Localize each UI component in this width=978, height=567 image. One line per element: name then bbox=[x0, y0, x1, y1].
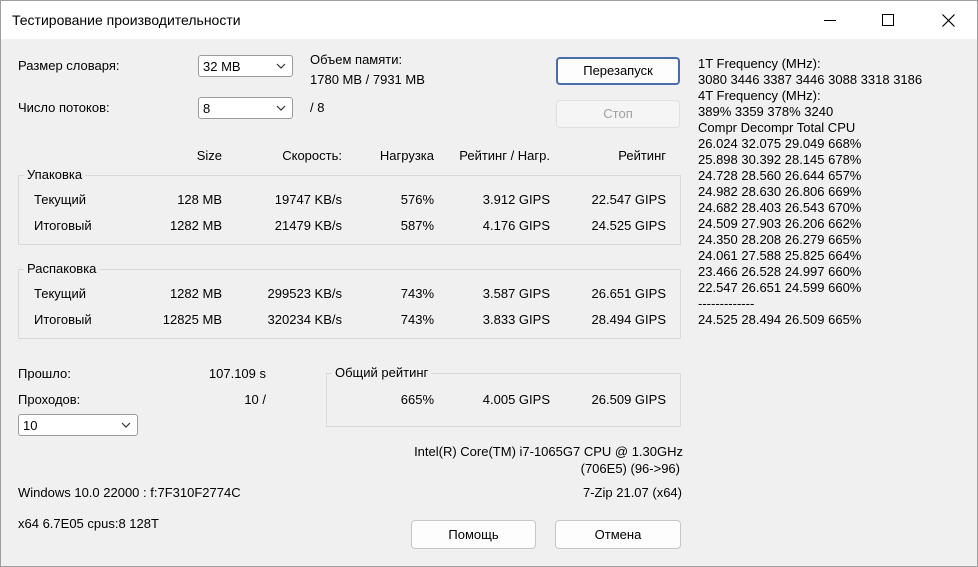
decompress-group bbox=[18, 269, 681, 339]
cancel-button[interactable]: Отмена bbox=[555, 520, 681, 549]
chevron-down-icon bbox=[121, 422, 131, 428]
log-line: 24.350 28.208 26.279 665% bbox=[698, 232, 862, 247]
passes-select-value: 10 bbox=[23, 418, 38, 433]
total-rating-load: 4.005 GIPS bbox=[482, 392, 550, 407]
help-button[interactable]: Помощь bbox=[411, 520, 536, 549]
compress-group bbox=[18, 175, 681, 245]
close-icon bbox=[941, 13, 955, 27]
restart-button[interactable]: Перезапуск bbox=[556, 57, 680, 85]
help-button-label: Помощь bbox=[448, 527, 499, 542]
cell-size: 12825 MB bbox=[162, 312, 222, 327]
cell-load: 576% bbox=[400, 192, 434, 207]
total-load: 665% bbox=[400, 392, 434, 407]
dict-size-value: 32 MB bbox=[203, 59, 241, 74]
cell-load: 743% bbox=[400, 312, 434, 327]
log-line: 24.525 28.494 26.509 665% bbox=[698, 312, 862, 327]
passes-label: Проходов: bbox=[18, 392, 81, 407]
cell-rating-load: 3.912 GIPS bbox=[482, 192, 550, 207]
log-line: 22.547 26.651 24.599 660% bbox=[698, 280, 862, 295]
log-line: 1T Frequency (MHz): bbox=[698, 56, 821, 71]
log-line: 25.898 30.392 28.145 678% bbox=[698, 152, 862, 167]
log-panel: 1T Frequency (MHz): 3080 3446 3387 3446 … bbox=[698, 56, 922, 328]
row-label: Итоговый bbox=[34, 218, 92, 233]
compress-title: Упаковка bbox=[24, 167, 86, 182]
log-line: 4T Frequency (MHz): bbox=[698, 88, 821, 103]
stop-button[interactable]: Стоп bbox=[556, 100, 680, 128]
close-button[interactable] bbox=[919, 1, 977, 39]
threads-total: / 8 bbox=[310, 100, 325, 115]
total-rating: 26.509 GIPS bbox=[591, 392, 666, 407]
threads-value: 8 bbox=[203, 101, 211, 116]
log-line: 3080 3446 3387 3446 3088 3318 3186 bbox=[698, 72, 923, 87]
cpu-name: Intel(R) Core(TM) i7-1065G7 CPU @ 1.30GH… bbox=[414, 444, 683, 459]
cell-speed: 320234 KB/s bbox=[267, 312, 342, 327]
minimize-icon bbox=[824, 20, 836, 21]
decompress-title: Распаковка bbox=[24, 261, 100, 276]
title-bar: Тестирование производительности bbox=[1, 1, 977, 39]
log-line: 23.466 26.528 24.997 660% bbox=[698, 264, 862, 279]
col-load: Нагрузка bbox=[379, 148, 434, 163]
log-line: Compr Decompr Total CPU bbox=[698, 120, 856, 135]
os-info: Windows 10.0 22000 : f:7F310F2774C bbox=[18, 485, 241, 500]
memory-value: 1780 MB / 7931 MB bbox=[310, 72, 425, 87]
row-label: Текущий bbox=[34, 286, 86, 301]
cell-load: 743% bbox=[400, 286, 434, 301]
col-size: Size bbox=[196, 148, 222, 163]
cell-rating: 22.547 GIPS bbox=[591, 192, 666, 207]
cell-speed: 21479 KB/s bbox=[274, 218, 342, 233]
maximize-button[interactable] bbox=[859, 1, 917, 39]
log-line: 24.061 27.588 25.825 664% bbox=[698, 248, 862, 263]
elapsed-value: 107.109 s bbox=[208, 366, 266, 381]
threads-label: Число потоков: bbox=[18, 100, 110, 115]
cell-speed: 299523 KB/s bbox=[267, 286, 342, 301]
log-line: 24.509 27.903 26.206 662% bbox=[698, 216, 862, 231]
restart-button-label: Перезапуск bbox=[583, 63, 653, 78]
cell-load: 587% bbox=[400, 218, 434, 233]
cell-size: 128 MB bbox=[177, 192, 222, 207]
passes-select[interactable]: 10 bbox=[18, 414, 138, 436]
dict-size-select[interactable]: 32 MB bbox=[198, 55, 293, 77]
cpu-id: (706E5) (96->96) bbox=[580, 461, 680, 476]
col-rating: Рейтинг bbox=[618, 148, 666, 163]
stop-button-label: Стоп bbox=[603, 106, 633, 121]
minimize-button[interactable] bbox=[801, 1, 859, 39]
cell-size: 1282 MB bbox=[169, 286, 222, 301]
memory-label: Объем памяти: bbox=[310, 52, 403, 67]
cell-rating-load: 3.833 GIPS bbox=[482, 312, 550, 327]
cell-size: 1282 MB bbox=[169, 218, 222, 233]
col-speed: Скорость: bbox=[282, 148, 342, 163]
benchmark-window: Тестирование производительности Размер с… bbox=[0, 0, 978, 567]
elapsed-label: Прошло: bbox=[18, 366, 71, 381]
window-title: Тестирование производительности bbox=[12, 12, 241, 28]
cell-rating: 28.494 GIPS bbox=[591, 312, 666, 327]
dict-size-label: Размер словаря: bbox=[18, 58, 120, 73]
col-rating-load: Рейтинг / Нагр. bbox=[459, 148, 550, 163]
log-line: 26.024 32.075 29.049 668% bbox=[698, 136, 862, 151]
cancel-button-label: Отмена bbox=[594, 527, 642, 542]
chevron-down-icon bbox=[276, 63, 286, 69]
log-line: 389% 3359 378% 3240 bbox=[698, 104, 834, 119]
threads-select[interactable]: 8 bbox=[198, 97, 293, 119]
passes-value: 10 / bbox=[244, 392, 266, 407]
maximize-icon bbox=[882, 14, 894, 26]
version-info: 7-Zip 21.07 (x64) bbox=[583, 485, 682, 500]
cell-speed: 19747 KB/s bbox=[274, 192, 342, 207]
cell-rating: 26.651 GIPS bbox=[591, 286, 666, 301]
log-line: 24.728 28.560 26.644 657% bbox=[698, 168, 862, 183]
arch-info: x64 6.7E05 cpus:8 128T bbox=[18, 516, 159, 531]
chevron-down-icon bbox=[276, 105, 286, 111]
log-line: 24.682 28.403 26.543 670% bbox=[698, 200, 862, 215]
total-rating-title: Общий рейтинг bbox=[332, 365, 432, 380]
row-label: Текущий bbox=[34, 192, 86, 207]
log-line: 24.982 28.630 26.806 669% bbox=[698, 184, 862, 199]
log-line: ------------- bbox=[698, 296, 755, 311]
row-label: Итоговый bbox=[34, 312, 92, 327]
cell-rating-load: 3.587 GIPS bbox=[482, 286, 550, 301]
cell-rating: 24.525 GIPS bbox=[591, 218, 666, 233]
cell-rating-load: 4.176 GIPS bbox=[482, 218, 550, 233]
